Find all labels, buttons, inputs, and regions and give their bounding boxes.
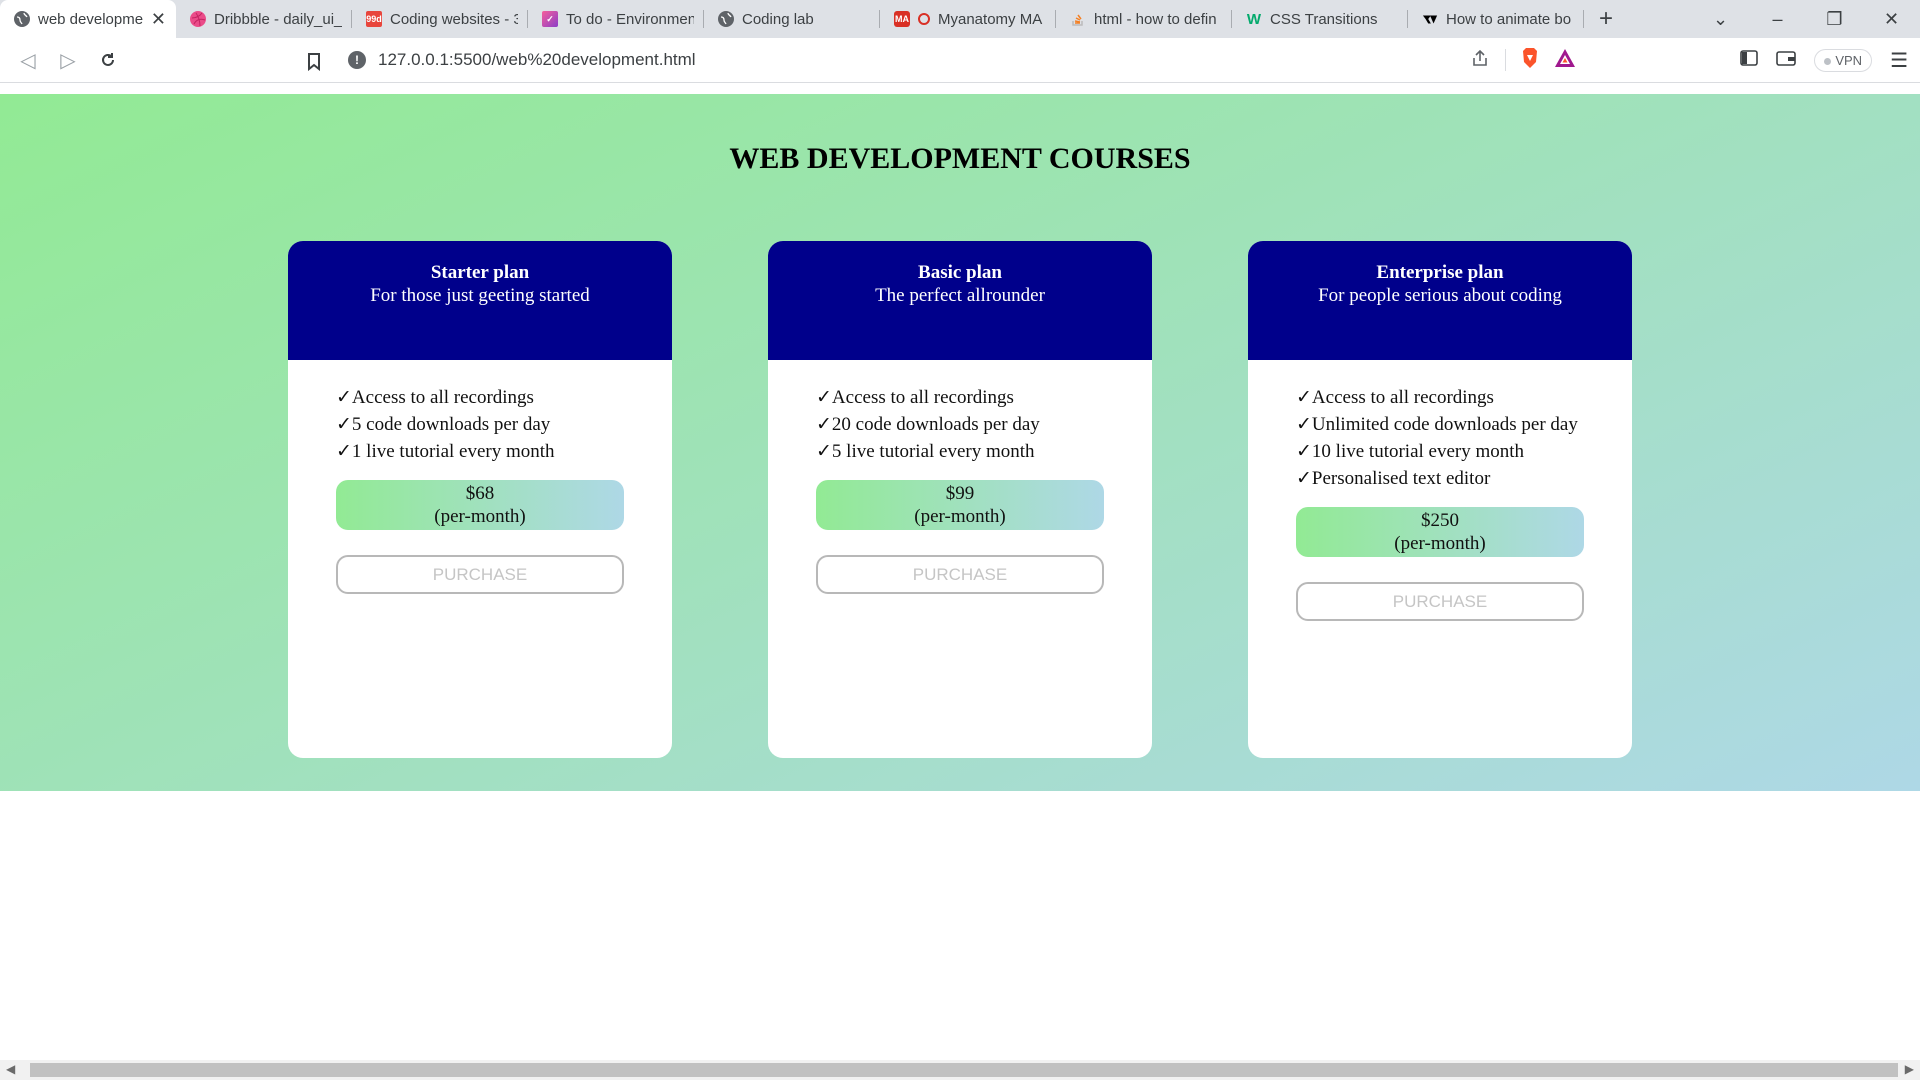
feature-item: 5 code downloads per day xyxy=(336,411,672,438)
feature-item: 5 live tutorial every month xyxy=(816,438,1152,465)
tab-title: How to animate bo xyxy=(1446,10,1572,28)
tab-title: CSS Transitions xyxy=(1270,10,1378,28)
purchase-button[interactable]: Purchase xyxy=(816,555,1104,594)
price-box: $250 (per-month) xyxy=(1296,507,1584,557)
tab-coding-websites[interactable]: 99d Coding websites - 3 xyxy=(352,0,528,38)
vpn-label: VPN xyxy=(1835,53,1863,68)
page-title: WEB DEVELOPMENT COURSES xyxy=(729,142,1191,175)
price-amount: $250 xyxy=(1421,510,1459,531)
price-period: (per-month) xyxy=(1394,533,1486,554)
plan-subtitle: For people serious about coding xyxy=(1318,285,1562,306)
tab-title: Myanatomy MA xyxy=(938,10,1043,28)
feature-item: Access to all recordings xyxy=(1296,384,1632,411)
stackoverflow-icon xyxy=(1070,11,1086,27)
tab-dribbble[interactable]: Dribbble - daily_ui_ xyxy=(176,0,352,38)
price-amount: $68 xyxy=(465,483,495,504)
browser-toolbar: ◁ ▷ ! 127.0.0.1:5500/web%20development.h… xyxy=(0,38,1920,83)
plan-subtitle: For those just geeting started xyxy=(370,285,590,306)
url-text[interactable]: 127.0.0.1:5500/web%20development.html xyxy=(378,50,696,70)
close-window-button[interactable]: ✕ xyxy=(1863,9,1920,30)
feature-item: Access to all recordings xyxy=(336,384,672,411)
vpn-status-icon xyxy=(1824,58,1832,66)
plan-name: Starter plan xyxy=(430,262,530,283)
sidebar-icon[interactable] xyxy=(1740,50,1759,71)
pricing-card-enterprise: Enterprise plan For people serious about… xyxy=(1248,241,1632,758)
feature-list: Access to all recordings Unlimited code … xyxy=(1296,384,1632,492)
bookmark-icon[interactable] xyxy=(294,42,334,82)
share-icon[interactable] xyxy=(1471,49,1491,72)
tab-title: web development xyxy=(38,10,143,28)
price-amount: $99 xyxy=(945,483,975,504)
new-tab-button[interactable]: + xyxy=(1584,0,1628,38)
feature-item: 20 code downloads per day xyxy=(816,411,1152,438)
tab-title: Dribbble - daily_ui_ xyxy=(214,10,342,28)
tab-search-icon[interactable]: ⌄ xyxy=(1692,9,1749,30)
tab-web-development[interactable]: web development ✕ xyxy=(0,0,176,38)
tab-myanatomy[interactable]: MA Myanatomy MA xyxy=(880,0,1056,38)
tab-title: html - how to defin xyxy=(1094,10,1217,28)
wallet-icon[interactable] xyxy=(1776,50,1797,71)
feature-item: Personalised text editor xyxy=(1296,465,1632,492)
purchase-button[interactable]: Purchase xyxy=(336,555,624,594)
toolbar-right: VPN ☰ xyxy=(1740,38,1920,83)
dribbble-icon xyxy=(190,11,206,27)
feature-list: Access to all recordings 5 code download… xyxy=(336,384,672,465)
pricing-card-starter: Starter plan For those just geeting star… xyxy=(288,241,672,758)
brave-shields-icon[interactable] xyxy=(1520,47,1540,74)
plan-name: Enterprise plan xyxy=(1376,262,1504,283)
scroll-left-arrow-icon[interactable]: ◀ xyxy=(6,1062,15,1076)
plan-name: Basic plan xyxy=(918,262,1002,283)
scrollbar-thumb[interactable] xyxy=(30,1063,1898,1077)
reload-button[interactable] xyxy=(88,40,128,80)
feature-item: 1 live tutorial every month xyxy=(336,438,672,465)
myanatomy-icon: MA xyxy=(894,11,910,27)
forward-button[interactable]: ▷ xyxy=(48,40,88,80)
plan-subtitle: The perfect allrounder xyxy=(875,285,1045,306)
price-box: $99 (per-month) xyxy=(816,480,1104,530)
tab-title: Coding websites - 3 xyxy=(390,10,518,28)
site-icon xyxy=(1422,11,1438,27)
tab-todo[interactable]: ✓ To do - Environmen xyxy=(528,0,704,38)
address-bar[interactable]: ! 127.0.0.1:5500/web%20development.html xyxy=(334,42,1586,78)
scroll-right-arrow-icon[interactable]: ▶ xyxy=(1905,1062,1914,1076)
purchase-button[interactable]: Purchase xyxy=(1296,582,1584,621)
tab-strip: web development ✕ Dribbble - daily_ui_ 9… xyxy=(0,0,1920,38)
restore-button[interactable]: ❐ xyxy=(1806,9,1863,30)
feature-item: 10 live tutorial every month xyxy=(1296,438,1632,465)
horizontal-scrollbar[interactable]: ◀ ▶ xyxy=(0,1060,1920,1080)
tab-animate[interactable]: How to animate bo xyxy=(1408,0,1584,38)
price-period: (per-month) xyxy=(914,506,1006,527)
minimize-button[interactable]: – xyxy=(1749,9,1806,30)
close-tab-icon[interactable]: ✕ xyxy=(151,9,166,30)
w3schools-icon: W xyxy=(1246,10,1262,28)
price-box: $68 (per-month) xyxy=(336,480,624,530)
globe-icon xyxy=(718,11,734,27)
tab-title: Coding lab xyxy=(742,10,814,28)
tab-title: To do - Environmen xyxy=(566,10,694,28)
feature-list: Access to all recordings 20 code downloa… xyxy=(816,384,1152,465)
card-header: Enterprise plan For people serious about… xyxy=(1248,241,1632,360)
vpn-button[interactable]: VPN xyxy=(1814,49,1873,72)
pricing-card-basic: Basic plan The perfect allrounder Access… xyxy=(768,241,1152,758)
todo-icon: ✓ xyxy=(542,11,558,27)
menu-icon[interactable]: ☰ xyxy=(1890,48,1908,73)
back-button[interactable]: ◁ xyxy=(8,40,48,80)
divider xyxy=(1505,49,1506,71)
address-bar-actions xyxy=(1471,42,1576,78)
courses-section: WEB DEVELOPMENT COURSES Starter plan For… xyxy=(0,94,1920,791)
tab-stackoverflow[interactable]: html - how to defin xyxy=(1056,0,1232,38)
recording-icon xyxy=(918,13,930,25)
tab-coding-lab[interactable]: Coding lab xyxy=(704,0,880,38)
price-period: (per-month) xyxy=(434,506,526,527)
card-header: Starter plan For those just geeting star… xyxy=(288,241,672,360)
window-controls: ⌄ – ❐ ✕ xyxy=(1692,0,1920,38)
tab-css-transitions[interactable]: W CSS Transitions xyxy=(1232,0,1408,38)
card-header: Basic plan The perfect allrounder xyxy=(768,241,1152,360)
feature-item: Unlimited code downloads per day xyxy=(1296,411,1632,438)
feature-item: Access to all recordings xyxy=(816,384,1152,411)
brave-rewards-icon[interactable] xyxy=(1554,48,1576,73)
site-info-icon[interactable]: ! xyxy=(348,51,366,69)
99d-icon: 99d xyxy=(366,11,382,27)
globe-icon xyxy=(14,11,30,27)
